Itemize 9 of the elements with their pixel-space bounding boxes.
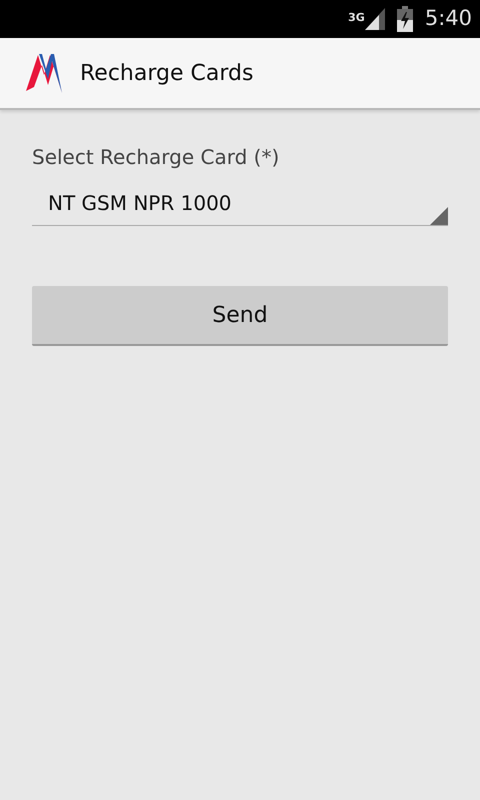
card-dropdown[interactable]: NT GSM NPR 1000 xyxy=(32,180,448,226)
signal-icon xyxy=(364,8,385,30)
clock: 5:40 xyxy=(424,5,472,32)
network-type: 3G xyxy=(348,12,365,23)
dropdown-corner-icon xyxy=(430,207,448,225)
screen-title: Recharge Cards xyxy=(80,60,254,88)
field-label: Select Recharge Card (*) xyxy=(31,144,280,171)
battery-icon xyxy=(396,6,413,32)
send-button[interactable]: Send xyxy=(32,286,448,346)
